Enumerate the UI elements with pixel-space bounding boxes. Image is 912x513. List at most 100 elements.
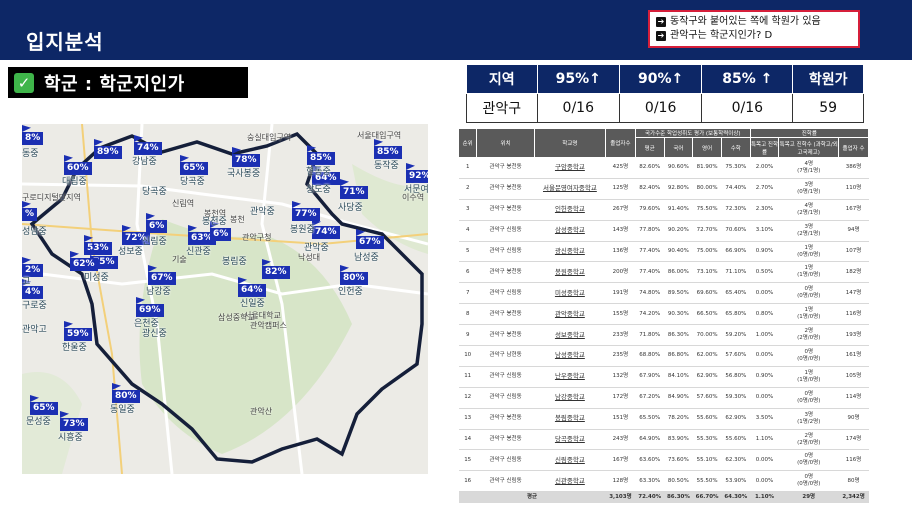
table-cell: 관악구 신림동 — [476, 241, 535, 263]
map-place-label: 기술 — [172, 255, 187, 264]
table-cell-admission: 0명 (0명/0명) — [778, 387, 839, 409]
admission-count: 2명 — [804, 328, 814, 335]
school-label: 관악고 — [22, 325, 47, 335]
table-cell: 1.00% — [750, 324, 779, 347]
table-cell: 114명 — [838, 387, 869, 409]
table-cell: 81.90% — [692, 157, 722, 179]
school-name[interactable]: 당곡중학교 — [534, 429, 606, 451]
table-cell: 89.50% — [664, 282, 693, 305]
table-cell: 2.00% — [750, 157, 779, 179]
table-cell: 91.40% — [664, 199, 693, 221]
table-cell: 55.30% — [692, 429, 722, 451]
map-pin[interactable]: 6% — [210, 228, 232, 241]
table-cell: 67.20% — [635, 387, 665, 409]
school-label: 사당중 — [338, 203, 363, 213]
school-name[interactable]: 구암중학교 — [534, 157, 606, 179]
map-pin[interactable]: 74% — [312, 226, 340, 239]
map-pin[interactable]: 6% — [146, 220, 168, 233]
table-cell: 관악구 신림동 — [476, 449, 535, 472]
school-name[interactable]: 봉원중학교 — [534, 261, 606, 284]
school-name[interactable]: 관악중학교 — [534, 303, 606, 326]
school-name[interactable]: 인헌중학교 — [534, 199, 606, 221]
table-cell: 62.30% — [721, 449, 751, 472]
table-cell: 72.30% — [721, 199, 751, 221]
table-cell: 90.60% — [664, 157, 693, 179]
map-pin[interactable]: 8% — [22, 132, 44, 145]
map-pin[interactable]: 53% — [84, 242, 112, 255]
map-pin[interactable]: 71% — [340, 186, 368, 199]
table-cell: 116명 — [838, 303, 869, 326]
table-row: 16 관악구 신림동 신관중학교 128명 63.30% 80.50% 55.50% 53.9… — [458, 470, 869, 493]
school-name[interactable]: 성보중학교 — [534, 324, 606, 347]
table-cell: 관악구 봉천동 — [476, 261, 535, 284]
table-cell: 14 — [458, 429, 477, 451]
school-name[interactable]: 서울문영여자중학교 — [534, 178, 606, 200]
table-cell: 관악구 신림동 — [476, 470, 535, 493]
map-pin[interactable]: 82% — [262, 266, 290, 279]
note-text: 관악구는 학군지인가? D — [670, 30, 773, 41]
table-cell-admission: 4명 (2명/1명) — [778, 199, 839, 221]
school-name[interactable]: 미성중학교 — [534, 282, 606, 305]
checkmark-icon: ✓ — [14, 72, 34, 93]
school-name[interactable]: 봉림중학교 — [534, 408, 606, 430]
school-label: 구로중 — [22, 301, 47, 311]
school-name[interactable]: 남성중학교 — [534, 345, 606, 367]
school-name[interactable]: 신관중학교 — [534, 470, 606, 493]
school-name[interactable]: 광신중학교 — [534, 241, 606, 263]
note-line: ➔ 관악구는 학군지인가? D — [656, 29, 852, 43]
map-place-label: 봉천 — [230, 215, 245, 224]
school-label: 성남중 — [22, 227, 47, 237]
table-cell: 86.80% — [664, 345, 693, 367]
detail-header: 졸업자 수 — [838, 137, 869, 158]
table-cell: 155명 — [605, 303, 636, 326]
table-row: 15 관악구 신림동 신림중학교 167명 63.60% 73.60% 55.10% 62.3… — [458, 449, 869, 472]
table-cell: 2 — [458, 178, 477, 200]
map-pin[interactable]: % — [22, 208, 38, 221]
table-cell: 191명 — [605, 282, 636, 305]
table-cell: 267명 — [605, 199, 636, 221]
school-name[interactable]: 신림중학교 — [534, 449, 606, 472]
page-title: 입지분석 — [26, 30, 104, 54]
table-cell: 67.90% — [635, 366, 665, 388]
school-name[interactable]: 난우중학교 — [534, 366, 606, 388]
school-label: 현동중 — [306, 167, 331, 177]
summary-header: 지역 — [466, 64, 538, 94]
admission-count: 2명 — [804, 432, 814, 439]
summary-cell: 관악구 — [466, 93, 538, 123]
table-cell: 7 — [458, 282, 477, 305]
table-cell: 10 — [458, 345, 477, 367]
table-cell: 75.00% — [692, 241, 722, 263]
detail-group-header: 국가수준 학업성취도 평가 (보통학력이상) — [634, 128, 751, 138]
admission-count: 0명 — [804, 348, 814, 355]
table-cell: 193명 — [838, 324, 869, 347]
table-row: 3 관악구 봉천동 인헌중학교 267명 79.60% 91.40% 75.50% 72.30… — [458, 199, 869, 221]
table-cell: 136명 — [605, 241, 636, 263]
school-label: 동작중 — [374, 161, 399, 171]
table-cell: 55.50% — [692, 470, 722, 493]
table-cell: 3.50% — [750, 408, 779, 430]
school-name[interactable]: 남강중학교 — [534, 387, 606, 409]
table-cell: 90.20% — [664, 220, 693, 242]
table-cell: 관악구 신림동 — [476, 220, 535, 242]
table-cell: 147명 — [838, 282, 869, 305]
map-pin[interactable]: 67% — [356, 236, 384, 249]
table-cell: 62.00% — [692, 345, 722, 367]
admission-breakdown: (1명/2명) — [797, 418, 821, 425]
map-pin[interactable]: 89% — [94, 146, 122, 159]
table-cell: 55.10% — [692, 449, 722, 472]
table-cell: 3 — [458, 199, 477, 221]
section-label: 학군 : 학군지인가 — [44, 73, 185, 95]
school-name[interactable]: 삼성중학교 — [534, 220, 606, 242]
table-cell: 0.00% — [750, 449, 779, 472]
note-line: ➔ 동작구와 붙어있는 쪽에 학원가 있음 — [656, 15, 852, 29]
school-map[interactable]: 8% 89% 74% 60% 65% 78% 85% 85% 92% 64% 7… — [22, 124, 428, 474]
table-cell: 2.30% — [750, 199, 779, 221]
map-place-label: 삼성중학교 — [218, 313, 255, 322]
table-cell: 64.90% — [635, 429, 665, 451]
table-cell: 63.60% — [635, 449, 665, 472]
admission-breakdown: (0명/0명) — [797, 460, 821, 467]
table-row: 12 관악구 신림동 남강중학교 172명 67.20% 84.90% 57.60% 59.3… — [458, 387, 869, 409]
map-pin[interactable]: 77% — [292, 208, 320, 221]
table-cell: 79.60% — [635, 199, 665, 221]
table-cell: 94명 — [838, 220, 869, 242]
